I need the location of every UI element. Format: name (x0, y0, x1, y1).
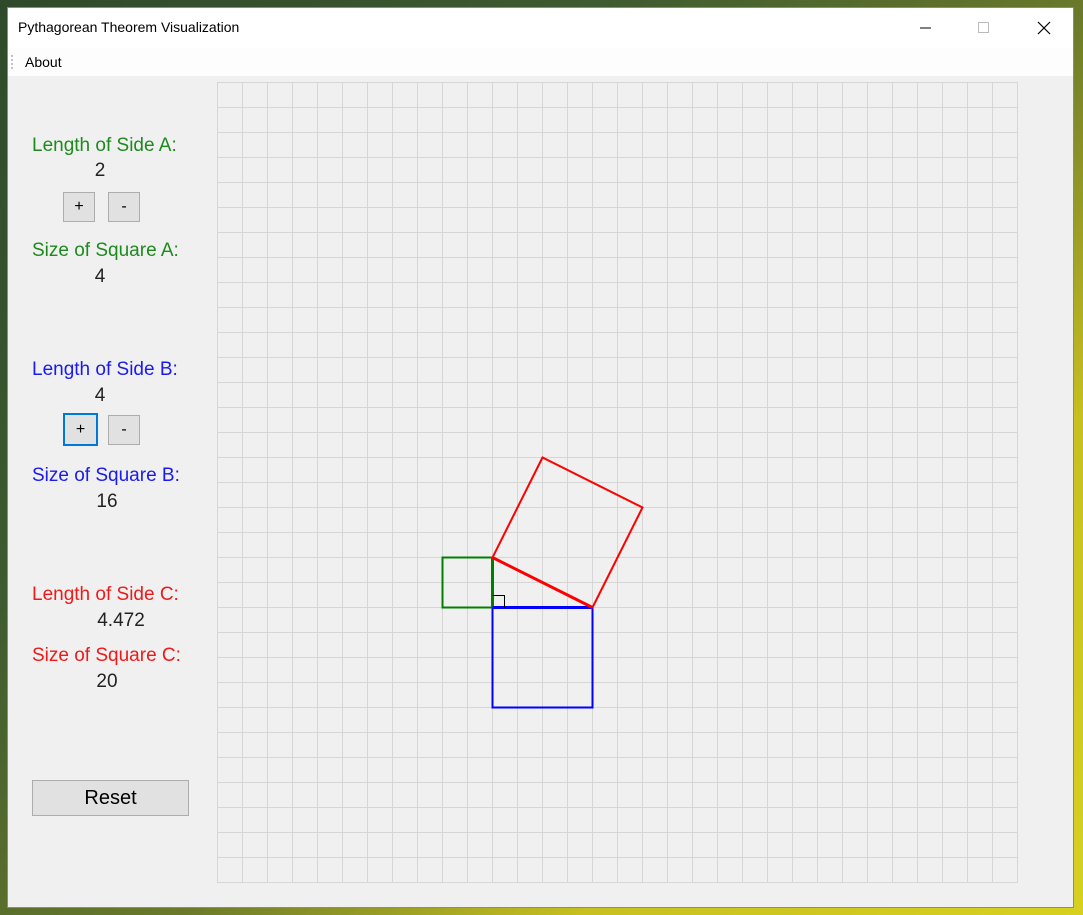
side-a-minus-button[interactable]: - (108, 192, 140, 222)
square-c-size-value: 20 (96, 671, 118, 692)
menu-bar (8, 48, 1073, 76)
side-a-length-label: Length of Side A: (32, 135, 177, 156)
square-b-size-value: 16 (96, 491, 118, 512)
close-button[interactable] (1015, 8, 1073, 48)
side-c-length-label: Length of Side C: (32, 584, 179, 605)
title-bar: Pythagorean Theorem Visualization (8, 8, 1073, 48)
side-b-minus-button[interactable]: - (108, 415, 140, 445)
square-b-size-label: Size of Square B: (32, 465, 180, 486)
minimize-icon (920, 27, 931, 29)
menu-item-about[interactable]: About (22, 54, 65, 70)
close-icon (1037, 21, 1051, 35)
app-window: Pythagorean Theorem Visualization About … (8, 8, 1073, 907)
menu-grip-icon (11, 54, 13, 70)
side-b-length-value: 4 (94, 385, 106, 406)
maximize-icon (978, 22, 989, 33)
square-a-size-value: 4 (94, 266, 106, 287)
square-c-size-label: Size of Square C: (32, 645, 181, 666)
window-title: Pythagorean Theorem Visualization (18, 19, 240, 35)
minimize-button[interactable] (897, 8, 955, 48)
side-a-plus-button[interactable]: + (63, 192, 95, 222)
visualization-canvas (217, 82, 1018, 883)
side-b-plus-button[interactable]: + (63, 413, 98, 446)
side-a-length-value: 2 (94, 160, 106, 181)
side-b-length-label: Length of Side B: (32, 359, 178, 380)
maximize-button[interactable] (955, 8, 1013, 48)
reset-button[interactable]: Reset (32, 780, 189, 816)
side-c-length-value: 4.472 (97, 610, 145, 631)
square-a-size-label: Size of Square A: (32, 240, 179, 261)
